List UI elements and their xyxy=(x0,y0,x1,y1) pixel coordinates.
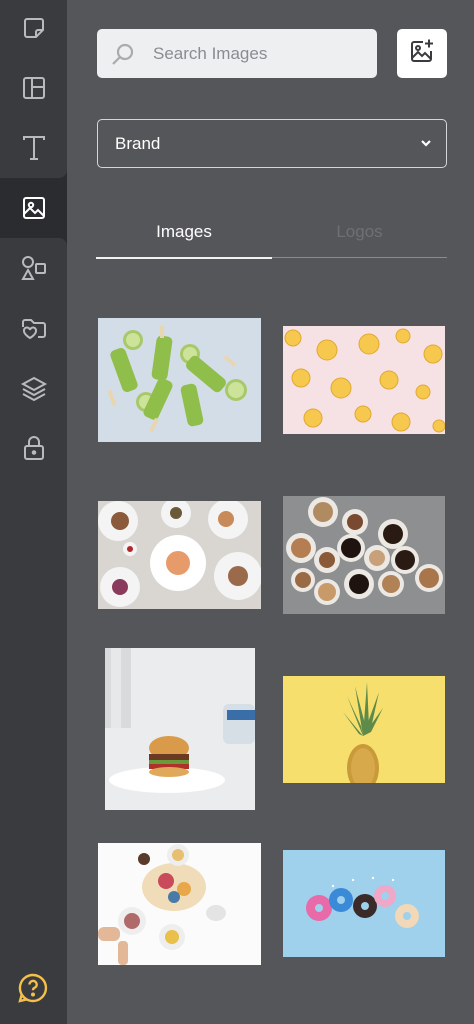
active-tab-indicator xyxy=(96,257,272,259)
gallery-image[interactable] xyxy=(98,843,261,965)
upload-image-button[interactable] xyxy=(397,29,447,78)
gallery-image[interactable] xyxy=(105,648,255,810)
sticker-icon xyxy=(21,15,47,41)
dropdown-value: Brand xyxy=(115,134,161,153)
sidebar-item-stickers[interactable] xyxy=(0,0,67,56)
gallery-image[interactable] xyxy=(283,850,445,957)
sidebar-item-text[interactable] xyxy=(0,120,67,176)
left-sidebar xyxy=(0,0,67,1024)
layout-icon xyxy=(21,75,47,101)
sidebar-item-layouts[interactable] xyxy=(0,60,67,116)
brand-dropdown[interactable]: Brand xyxy=(97,119,447,168)
sidebar-item-layers[interactable] xyxy=(0,360,67,416)
image-icon xyxy=(21,195,47,221)
sidebar-item-shapes[interactable] xyxy=(0,240,67,296)
layers-icon xyxy=(20,375,48,401)
shapes-icon xyxy=(20,254,48,282)
gallery-image[interactable] xyxy=(283,326,445,434)
image-add-icon xyxy=(409,38,435,69)
gallery-image[interactable] xyxy=(98,318,261,442)
tab-logos[interactable]: Logos xyxy=(272,222,447,258)
folder-heart-icon xyxy=(20,315,48,341)
tab-images[interactable]: Images xyxy=(96,222,272,258)
search-box[interactable] xyxy=(97,29,377,78)
lock-icon xyxy=(22,434,46,462)
gallery-image[interactable] xyxy=(98,501,261,609)
sidebar-item-favorites[interactable] xyxy=(0,300,67,356)
help-button[interactable] xyxy=(17,972,49,1004)
tab-divider xyxy=(272,257,447,258)
gallery-image[interactable] xyxy=(283,496,445,614)
help-circle-icon xyxy=(17,973,49,1008)
gallery-image[interactable] xyxy=(283,676,445,783)
sidebar-item-lock[interactable] xyxy=(0,420,67,476)
search-input[interactable] xyxy=(153,29,369,78)
text-icon xyxy=(21,134,47,162)
sidebar-item-images[interactable] xyxy=(0,180,67,236)
